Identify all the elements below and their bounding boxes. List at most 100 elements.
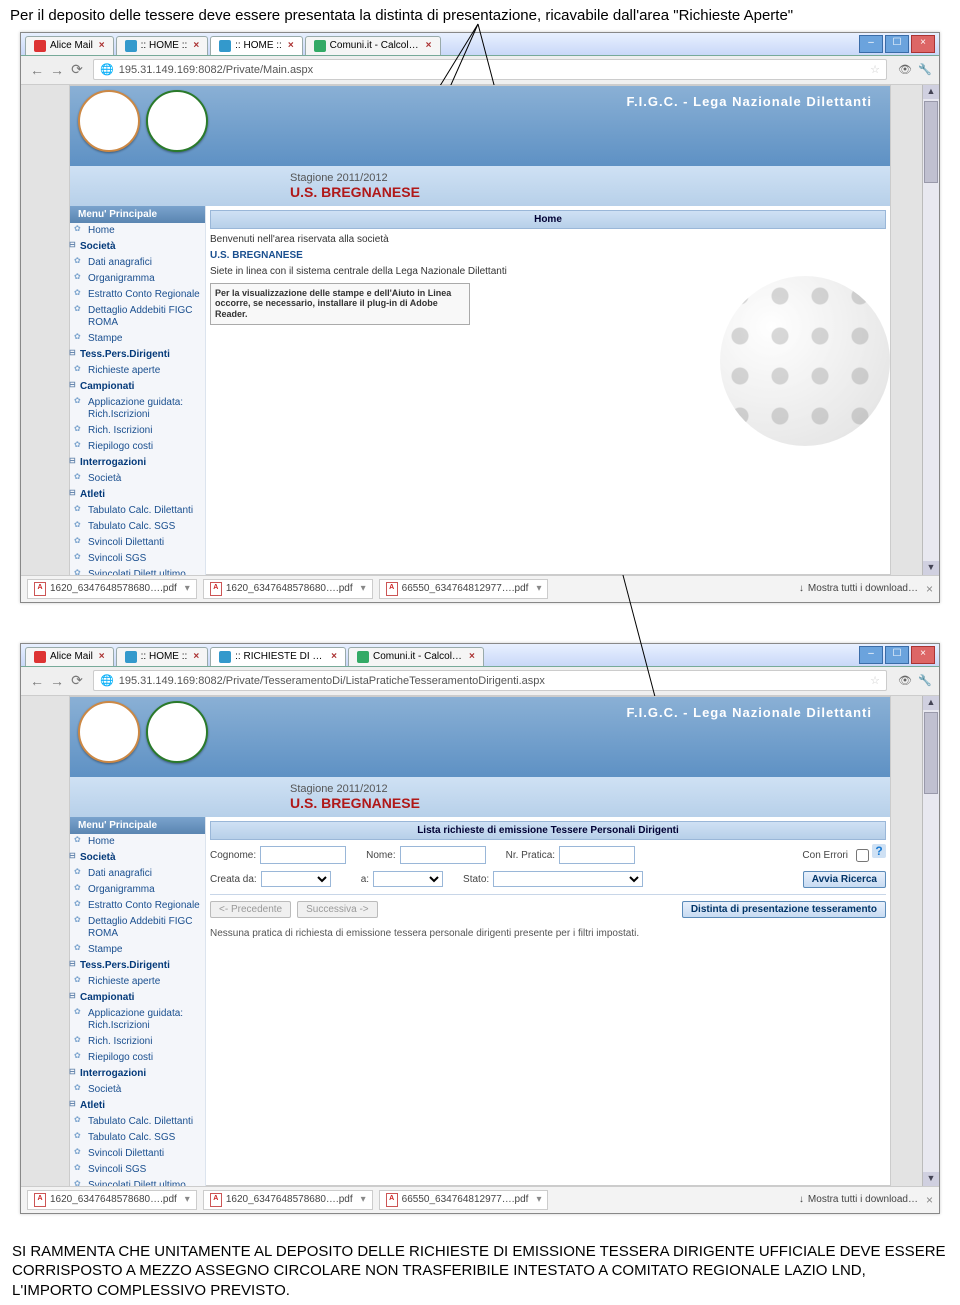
sidebar-item-dettaglio-addebiti[interactable]: Dettaglio Addebiti FIGC ROMA: [70, 914, 205, 942]
minimize-button[interactable]: –: [859, 35, 883, 53]
sidebar-item-svincolati-dilett-ultimo[interactable]: Svincolati Dilett.ultimo periodo: [70, 567, 205, 575]
close-icon[interactable]: ×: [193, 40, 199, 51]
avvia-ricerca-button[interactable]: Avvia Ricerca: [803, 871, 886, 888]
close-icon[interactable]: ×: [193, 651, 199, 662]
sidebar-item-svincoli-sgs[interactable]: Svincoli SGS: [70, 1162, 205, 1178]
maximize-button[interactable]: ☐: [885, 646, 909, 664]
close-window-button[interactable]: ×: [911, 35, 935, 53]
show-all-downloads[interactable]: Mostra tutti i download…: [799, 1194, 918, 1205]
download-item[interactable]: A66550_634764812977….pdf▾: [379, 1190, 549, 1210]
url-field[interactable]: 🌐195.31.149.169:8082/Private/Tesserament…: [93, 670, 887, 691]
tab-home-1[interactable]: :: HOME ::×: [116, 36, 209, 55]
close-icon[interactable]: ×: [99, 651, 105, 662]
sidebar-item-dati-anagrafici[interactable]: Dati anagrafici: [70, 866, 205, 882]
vertical-scrollbar[interactable]: ▲▼: [922, 85, 939, 575]
download-item[interactable]: A66550_634764812977….pdf▾: [379, 579, 549, 599]
help-icon[interactable]: ?: [872, 844, 886, 858]
successiva-button[interactable]: Successiva ->: [297, 901, 378, 918]
reload-button[interactable]: ⟳: [67, 672, 87, 689]
sidebar-item-societa[interactable]: Società: [70, 239, 205, 255]
sidebar-item-stampe[interactable]: Stampe: [70, 942, 205, 958]
search-icon[interactable]: 👁: [897, 674, 913, 687]
sidebar-item-tabulato-dilettanti[interactable]: Tabulato Calc. Dilettanti: [70, 1114, 205, 1130]
sidebar-item-home[interactable]: Home: [70, 834, 205, 850]
distinta-presentazione-button[interactable]: Distinta di presentazione tesseramento: [682, 901, 886, 918]
precedente-button[interactable]: <- Precedente: [210, 901, 291, 918]
sidebar-item-societa[interactable]: Società: [70, 850, 205, 866]
wrench-icon[interactable]: 🔧: [917, 63, 933, 76]
sidebar-item-app-guidata[interactable]: Applicazione guidata: Rich.Iscrizioni: [70, 1006, 205, 1034]
wrench-icon[interactable]: 🔧: [917, 674, 933, 687]
tab-comuni[interactable]: Comuni.it - Calcolo del Codice F×: [348, 647, 484, 666]
creata-da-select[interactable]: [261, 871, 331, 887]
sidebar-item-societa-2[interactable]: Società: [70, 1082, 205, 1098]
sidebar-item-svincolati-dilett-ultimo[interactable]: Svincolati Dilett.ultimo periodo: [70, 1178, 205, 1186]
close-icon[interactable]: ×: [469, 651, 475, 662]
sidebar-item-riepilogo-costi[interactable]: Riepilogo costi: [70, 1050, 205, 1066]
close-icon[interactable]: ×: [426, 40, 432, 51]
sidebar-item-organigramma[interactable]: Organigramma: [70, 882, 205, 898]
sidebar-item-estratto-conto[interactable]: Estratto Conto Regionale: [70, 287, 205, 303]
chevron-down-icon[interactable]: ▾: [185, 1194, 190, 1205]
url-field[interactable]: 🌐195.31.149.169:8082/Private/Main.aspx☆: [93, 59, 887, 80]
bookmark-icon[interactable]: ☆: [870, 63, 880, 76]
chevron-down-icon[interactable]: ▾: [361, 1194, 366, 1205]
tab-alice-mail[interactable]: Alice Mail×: [25, 36, 114, 55]
back-button[interactable]: ←: [27, 62, 47, 78]
sidebar-item-svincoli-dilettanti[interactable]: Svincoli Dilettanti: [70, 535, 205, 551]
download-item[interactable]: A1620_6347648578680….pdf▾: [27, 579, 197, 599]
nome-input[interactable]: [400, 846, 486, 864]
stato-select[interactable]: [493, 871, 643, 887]
window-titlebar[interactable]: Alice Mail× :: HOME ::× :: HOME ::× Comu…: [21, 33, 939, 56]
reload-button[interactable]: ⟳: [67, 61, 87, 78]
sidebar-item-estratto-conto[interactable]: Estratto Conto Regionale: [70, 898, 205, 914]
sidebar-item-app-guidata[interactable]: Applicazione guidata: Rich.Iscrizioni: [70, 395, 205, 423]
sidebar-item-interrogazioni[interactable]: Interrogazioni: [70, 455, 205, 471]
tab-alice-mail[interactable]: Alice Mail×: [25, 647, 114, 666]
tab-comuni[interactable]: Comuni.it - Calcolo del Codice F×: [305, 36, 441, 55]
download-item[interactable]: A1620_6347648578680….pdf▾: [203, 1190, 373, 1210]
cognome-input[interactable]: [260, 846, 346, 864]
sidebar-item-campionati[interactable]: Campionati: [70, 990, 205, 1006]
sidebar-item-societa-2[interactable]: Società: [70, 471, 205, 487]
sidebar-item-dati-anagrafici[interactable]: Dati anagrafici: [70, 255, 205, 271]
chevron-down-icon[interactable]: ▾: [185, 583, 190, 594]
sidebar-item-svincoli-sgs[interactable]: Svincoli SGS: [70, 551, 205, 567]
nr-pratica-input[interactable]: [559, 846, 635, 864]
forward-button[interactable]: →: [47, 62, 67, 78]
sidebar-item-atleti[interactable]: Atleti: [70, 487, 205, 503]
sidebar-item-atleti[interactable]: Atleti: [70, 1098, 205, 1114]
download-item[interactable]: A1620_6347648578680….pdf▾: [203, 579, 373, 599]
sidebar-item-richieste-aperte[interactable]: Richieste aperte: [70, 974, 205, 990]
close-window-button[interactable]: ×: [911, 646, 935, 664]
tab-richieste-emissione[interactable]: :: RICHIESTE DI EMISSIONE T×: [210, 647, 346, 666]
sidebar-item-svincoli-dilettanti[interactable]: Svincoli Dilettanti: [70, 1146, 205, 1162]
sidebar-item-richieste-aperte[interactable]: Richieste aperte: [70, 363, 205, 379]
back-button[interactable]: ←: [27, 673, 47, 689]
search-icon[interactable]: 👁: [897, 63, 913, 76]
tab-home-1[interactable]: :: HOME ::×: [116, 647, 209, 666]
window-titlebar[interactable]: Alice Mail× :: HOME ::× :: RICHIESTE DI …: [21, 644, 939, 667]
chevron-down-icon[interactable]: ▾: [536, 583, 541, 594]
sidebar-item-tabulato-sgs[interactable]: Tabulato Calc. SGS: [70, 519, 205, 535]
sidebar-item-interrogazioni[interactable]: Interrogazioni: [70, 1066, 205, 1082]
bookmark-icon[interactable]: ☆: [870, 674, 880, 687]
sidebar-item-tabulato-dilettanti[interactable]: Tabulato Calc. Dilettanti: [70, 503, 205, 519]
sidebar-item-dettaglio-addebiti[interactable]: Dettaglio Addebiti FIGC ROMA: [70, 303, 205, 331]
sidebar-item-rich-iscrizioni[interactable]: Rich. Iscrizioni: [70, 1034, 205, 1050]
vertical-scrollbar[interactable]: ▲▼: [922, 696, 939, 1186]
sidebar-item-riepilogo-costi[interactable]: Riepilogo costi: [70, 439, 205, 455]
chevron-down-icon[interactable]: ▾: [361, 583, 366, 594]
sidebar-item-home[interactable]: Home: [70, 223, 205, 239]
forward-button[interactable]: →: [47, 673, 67, 689]
sidebar-item-campionati[interactable]: Campionati: [70, 379, 205, 395]
close-icon[interactable]: ×: [99, 40, 105, 51]
close-downloads-bar[interactable]: ×: [926, 1193, 933, 1207]
sidebar-item-tess-pers-dirigenti[interactable]: Tess.Pers.Dirigenti: [70, 958, 205, 974]
close-icon[interactable]: ×: [288, 40, 294, 51]
close-downloads-bar[interactable]: ×: [926, 582, 933, 596]
sidebar-item-stampe[interactable]: Stampe: [70, 331, 205, 347]
show-all-downloads[interactable]: Mostra tutti i download…: [799, 583, 918, 594]
con-errori-checkbox[interactable]: [856, 849, 869, 862]
maximize-button[interactable]: ☐: [885, 35, 909, 53]
